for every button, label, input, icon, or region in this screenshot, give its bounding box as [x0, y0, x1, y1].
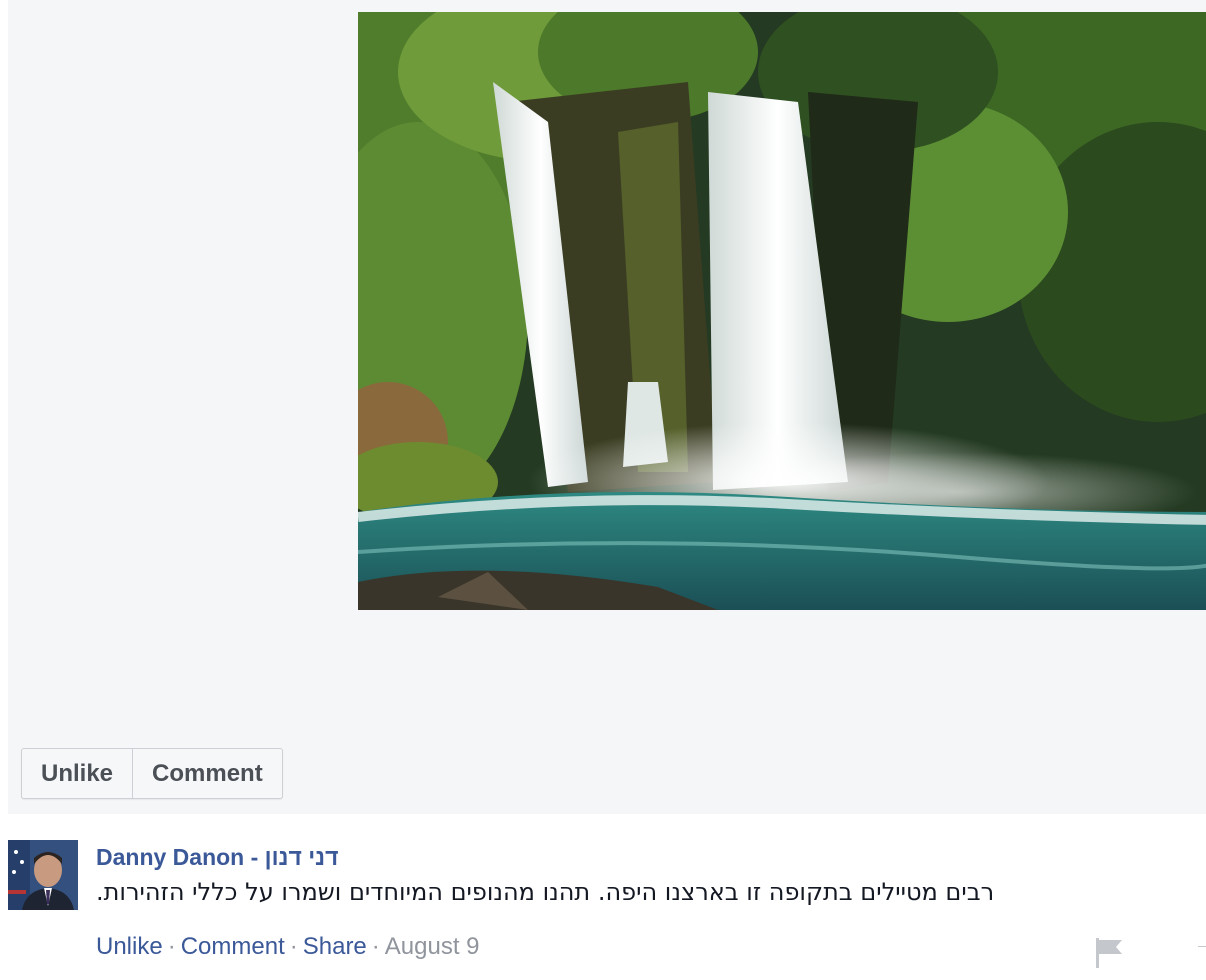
comment-author[interactable]: Danny Danon - דני דנון [96, 844, 339, 871]
comment-unlike-link[interactable]: Unlike [96, 933, 163, 960]
separator: · [167, 933, 176, 960]
comment-share-link[interactable]: Share [303, 933, 367, 960]
separator: · [371, 933, 380, 960]
flag-icon[interactable] [1094, 936, 1126, 970]
photo-actions: Unlike Comment [21, 748, 283, 799]
waterfall-image [358, 12, 1206, 610]
photo-panel [8, 0, 1206, 814]
avatar[interactable] [8, 840, 78, 910]
comment-item: Danny Danon - דני דנון רבים מטיילים בתקו… [8, 838, 1206, 980]
comment-actions: Unlike · Comment · Share · August 9 [96, 933, 480, 961]
profile-picture [8, 840, 78, 910]
comment-button[interactable]: Comment [132, 749, 282, 798]
divider [1198, 946, 1206, 947]
unlike-button[interactable]: Unlike [22, 749, 132, 798]
comment-date[interactable]: August 9 [385, 933, 480, 960]
waterfall-photo[interactable] [358, 12, 1206, 610]
comment-text: רבים מטיילים בתקופה זו בארצנו היפה. תהנו… [96, 878, 995, 906]
comment-reply-link[interactable]: Comment [181, 933, 285, 960]
separator: · [289, 933, 298, 960]
